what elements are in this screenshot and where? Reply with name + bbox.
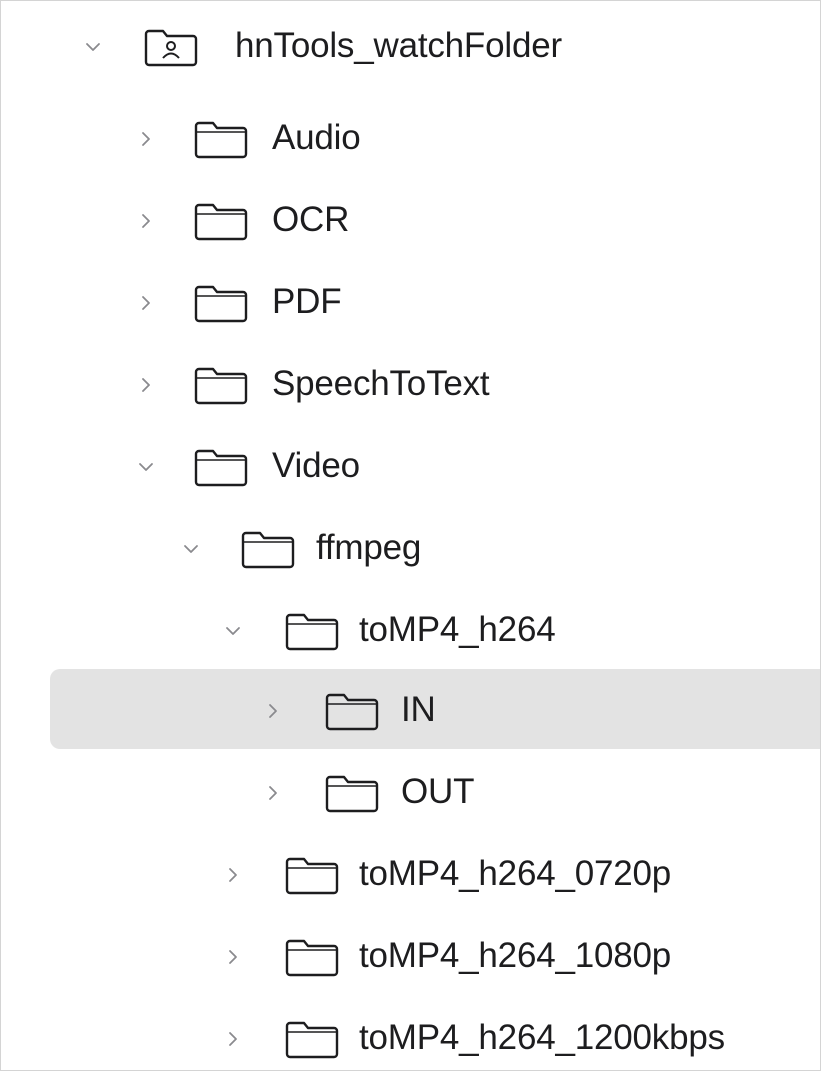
folder-icon — [194, 447, 248, 487]
folder-icon — [285, 937, 339, 977]
chevron-down-icon[interactable] — [134, 455, 158, 479]
chevron-down-icon[interactable] — [81, 35, 105, 59]
folder-icon — [325, 773, 379, 813]
tree-row-video[interactable]: Video — [1, 425, 820, 509]
folder-icon — [325, 691, 379, 731]
chevron-right-icon[interactable] — [261, 699, 285, 723]
tree-row-label: toMP4_h264 — [359, 610, 556, 650]
tree-row-pdf[interactable]: PDF — [1, 261, 820, 345]
tree-row-label: toMP4_h264_1200kbps — [359, 1018, 725, 1058]
chevron-right-icon[interactable] — [261, 781, 285, 805]
folder-icon — [285, 855, 339, 895]
chevron-down-icon[interactable] — [179, 537, 203, 561]
tree-row-speechtotext[interactable]: SpeechToText — [1, 343, 820, 427]
tree-row-tomp4-h264[interactable]: toMP4_h264 — [1, 589, 820, 673]
tree-row-label: PDF — [272, 282, 342, 322]
tree-row-label: IN — [401, 690, 436, 730]
tree-row-label: OCR — [272, 200, 350, 240]
tree-row-root[interactable]: hnTools_watchFolder — [1, 5, 820, 89]
user-folder-icon — [144, 27, 198, 67]
folder-icon — [194, 119, 248, 159]
tree-row-label: OUT — [401, 772, 475, 812]
chevron-right-icon[interactable] — [221, 863, 245, 887]
folder-icon — [285, 611, 339, 651]
folder-tree-panel: hnTools_watchFolder Audio OCR PDF Speech… — [0, 0, 821, 1071]
tree-row-label: toMP4_h264_1080p — [359, 936, 672, 976]
chevron-right-icon[interactable] — [134, 291, 158, 315]
tree-row-out[interactable]: OUT — [1, 751, 820, 835]
chevron-right-icon[interactable] — [134, 209, 158, 233]
chevron-right-icon[interactable] — [134, 373, 158, 397]
chevron-right-icon[interactable] — [221, 945, 245, 969]
tree-row-label: hnTools_watchFolder — [235, 26, 562, 66]
folder-icon — [241, 529, 295, 569]
tree-row-label: toMP4_h264_0720p — [359, 854, 672, 894]
tree-row-tomp4-h264-1080p[interactable]: toMP4_h264_1080p — [1, 915, 820, 999]
folder-icon — [194, 365, 248, 405]
tree-row-label: ffmpeg — [316, 528, 422, 568]
tree-row-label: Video — [272, 446, 360, 486]
folder-icon — [194, 283, 248, 323]
tree-row-ocr[interactable]: OCR — [1, 179, 820, 263]
tree-row-tomp4-h264-1200kbps[interactable]: toMP4_h264_1200kbps — [1, 997, 820, 1070]
tree-row-audio[interactable]: Audio — [1, 97, 820, 181]
folder-icon — [194, 201, 248, 241]
folder-icon — [285, 1019, 339, 1059]
chevron-down-icon[interactable] — [221, 619, 245, 643]
tree-row-tomp4-h264-0720p[interactable]: toMP4_h264_0720p — [1, 833, 820, 917]
tree-row-label: Audio — [272, 118, 361, 158]
tree-row-in[interactable]: IN — [1, 669, 820, 753]
chevron-right-icon[interactable] — [134, 127, 158, 151]
chevron-right-icon[interactable] — [221, 1027, 245, 1051]
tree-row-ffmpeg[interactable]: ffmpeg — [1, 507, 820, 591]
tree-row-label: SpeechToText — [272, 364, 490, 404]
